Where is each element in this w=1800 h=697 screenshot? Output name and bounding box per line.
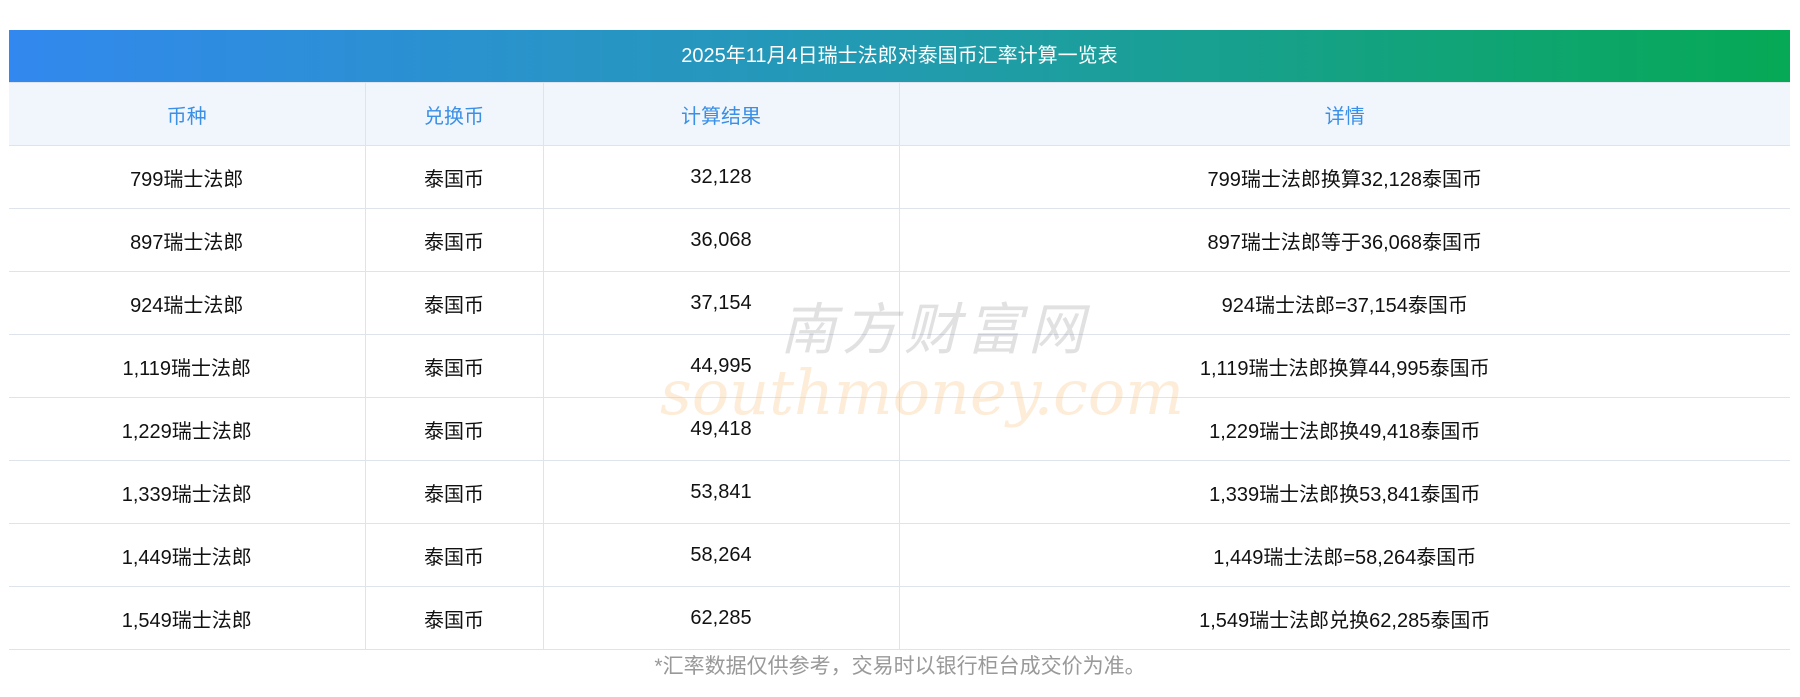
cell-result: 62,285 [542, 586, 900, 650]
cell-currency: 924瑞士法郎 [9, 271, 366, 335]
cell-result: 36,068 [542, 208, 900, 272]
cell-target: 泰国币 [364, 397, 544, 461]
column-header-result: 计算结果 [542, 82, 900, 146]
cell-detail: 799瑞士法郎换算32,128泰国币 [898, 145, 1790, 209]
cell-result: 44,995 [542, 334, 900, 398]
cell-result: 37,154 [542, 271, 900, 335]
column-header-target: 兑换币 [364, 82, 544, 146]
cell-target: 泰国币 [364, 208, 544, 272]
cell-currency: 1,449瑞士法郎 [9, 523, 366, 587]
cell-currency: 1,119瑞士法郎 [9, 334, 366, 398]
table-header-row: 币种 兑换币 计算结果 详情 [9, 82, 1790, 146]
table-row: 1,119瑞士法郎 泰国币 44,995 1,119瑞士法郎换算44,995泰国币 [9, 334, 1790, 398]
table-row: 1,339瑞士法郎 泰国币 53,841 1,339瑞士法郎换53,841泰国币 [9, 460, 1790, 524]
table-title: 2025年11月4日瑞士法郎对泰国币汇率计算一览表 [9, 30, 1790, 82]
cell-detail: 1,229瑞士法郎换49,418泰国币 [898, 397, 1790, 461]
column-header-detail: 详情 [898, 82, 1790, 146]
cell-detail: 897瑞士法郎等于36,068泰国币 [898, 208, 1790, 272]
cell-currency: 799瑞士法郎 [9, 145, 366, 209]
rate-table-container: 2025年11月4日瑞士法郎对泰国币汇率计算一览表 币种 兑换币 计算结果 详情… [9, 30, 1790, 650]
column-header-currency: 币种 [9, 82, 366, 146]
cell-currency: 897瑞士法郎 [9, 208, 366, 272]
table-row: 799瑞士法郎 泰国币 32,128 799瑞士法郎换算32,128泰国币 [9, 145, 1790, 209]
cell-target: 泰国币 [364, 586, 544, 650]
cell-currency: 1,549瑞士法郎 [9, 586, 366, 650]
cell-detail: 1,119瑞士法郎换算44,995泰国币 [898, 334, 1790, 398]
table-row: 897瑞士法郎 泰国币 36,068 897瑞士法郎等于36,068泰国币 [9, 208, 1790, 272]
table-row: 1,549瑞士法郎 泰国币 62,285 1,549瑞士法郎兑换62,285泰国币 [9, 586, 1790, 650]
cell-target: 泰国币 [364, 145, 544, 209]
cell-target: 泰国币 [364, 460, 544, 524]
cell-detail: 924瑞士法郎=37,154泰国币 [898, 271, 1790, 335]
cell-result: 49,418 [542, 397, 900, 461]
cell-target: 泰国币 [364, 523, 544, 587]
cell-currency: 1,339瑞士法郎 [9, 460, 366, 524]
cell-target: 泰国币 [364, 271, 544, 335]
table-row: 1,449瑞士法郎 泰国币 58,264 1,449瑞士法郎=58,264泰国币 [9, 523, 1790, 587]
cell-result: 53,841 [542, 460, 900, 524]
rate-table: 币种 兑换币 计算结果 详情 799瑞士法郎 泰国币 32,128 799瑞士法郎换算… [9, 82, 1790, 650]
table-row: 924瑞士法郎 泰国币 37,154 924瑞士法郎=37,154泰国币 [9, 271, 1790, 335]
cell-result: 58,264 [542, 523, 900, 587]
cell-detail: 1,449瑞士法郎=58,264泰国币 [898, 523, 1790, 587]
disclaimer-footer: *汇率数据仅供参考，交易时以银行柜台成交价为准。 [654, 655, 1146, 678]
cell-currency: 1,229瑞士法郎 [9, 397, 366, 461]
cell-target: 泰国币 [364, 334, 544, 398]
cell-detail: 1,549瑞士法郎兑换62,285泰国币 [898, 586, 1790, 650]
cell-detail: 1,339瑞士法郎换53,841泰国币 [898, 460, 1790, 524]
cell-result: 32,128 [542, 145, 900, 209]
table-row: 1,229瑞士法郎 泰国币 49,418 1,229瑞士法郎换49,418泰国币 [9, 397, 1790, 461]
